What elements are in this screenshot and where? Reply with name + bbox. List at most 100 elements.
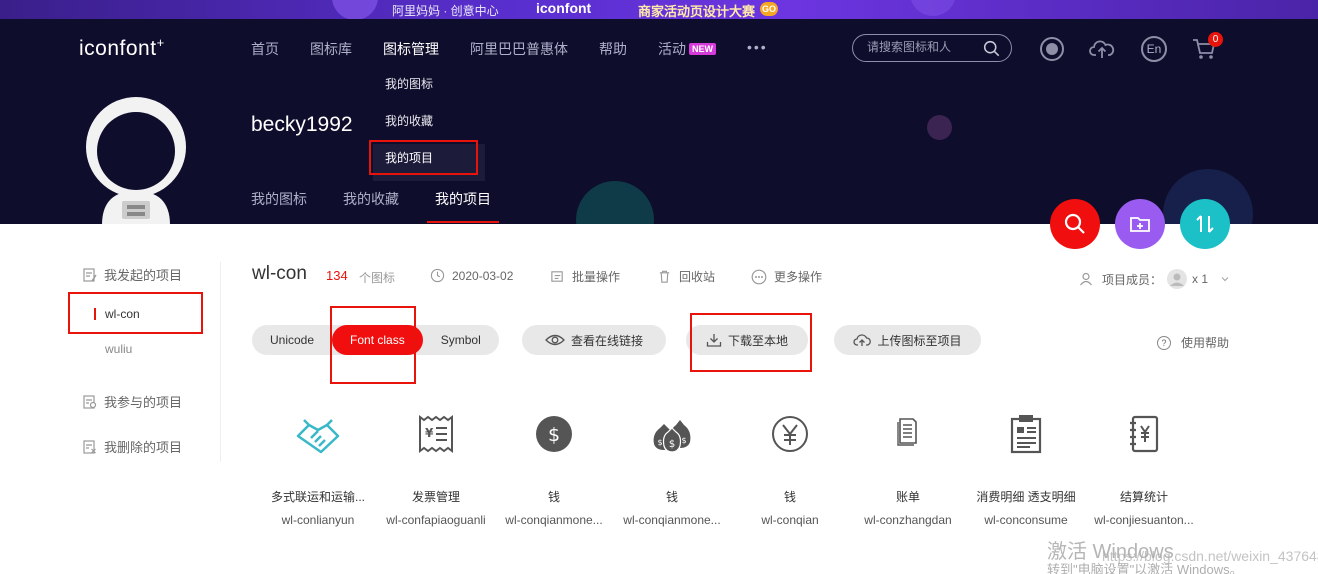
icon-name: 多式联运和运输... <box>270 490 365 504</box>
dollar-coin-icon: $ <box>536 416 572 452</box>
sidebar-deleted-projects[interactable]: 我删除的项目 <box>82 437 182 456</box>
svg-text:$: $ <box>548 424 560 446</box>
icon-preview <box>259 414 377 470</box>
batch-edit-icon <box>551 271 563 282</box>
view-online-link-label: 查看在线链接 <box>570 333 643 348</box>
svg-text:$: $ <box>669 439 675 450</box>
icon-count: 134 <box>326 268 348 283</box>
sidebar-project-wl-con[interactable]: wl-con <box>105 307 140 321</box>
upload-cloud-icon <box>853 334 872 346</box>
icon-card[interactable]: 消费明细 透支明细 wl-conconsume <box>967 414 1085 527</box>
icon-management-dropdown: 我的图标 我的收藏 我的项目 <box>373 70 485 181</box>
nav-more[interactable]: ••• <box>747 39 768 59</box>
format-symbol[interactable]: Symbol <box>423 325 499 355</box>
tab-my-projects[interactable]: 我的项目 <box>427 189 499 223</box>
project-date-text: 2020-03-02 <box>452 268 514 283</box>
dropdown-my-favorites[interactable]: 我的收藏 <box>373 107 485 144</box>
icon-class: wl-conzhangdan <box>864 513 952 527</box>
view-online-link-button[interactable]: 查看在线链接 <box>522 325 666 355</box>
sort-fab[interactable] <box>1180 199 1230 249</box>
nav-activities-label: 活动 <box>658 41 686 57</box>
user-avatar-icon[interactable] <box>1039 36 1065 62</box>
decor-circle <box>927 115 952 140</box>
icon-preview <box>1085 414 1203 470</box>
recycle-bin-label: 回收站 <box>679 270 716 284</box>
username: becky1992 <box>251 113 353 136</box>
more-dots-icon <box>751 269 767 284</box>
project-date: 2020-03-02 <box>430 268 513 283</box>
icon-card[interactable]: $ 钱 wl-conqianmone... <box>495 414 613 527</box>
new-folder-fab[interactable] <box>1115 199 1165 249</box>
search-input[interactable] <box>867 40 977 54</box>
project-members[interactable]: 项目成员： x 1 <box>1079 268 1237 290</box>
format-font-class[interactable]: Font class <box>332 325 423 355</box>
nav-alibaba-font[interactable]: 阿里巴巴普惠体 <box>470 39 568 59</box>
sidebar-deleted-label: 我删除的项目 <box>104 440 183 455</box>
nav-icon-library[interactable]: 图标库 <box>310 39 352 59</box>
sidebar-divider <box>220 262 221 462</box>
members-label: 项目成员： <box>1102 272 1163 287</box>
sidebar-started-label: 我发起的项目 <box>104 268 183 283</box>
batch-operations[interactable]: 批量操作 <box>550 268 620 285</box>
icon-name: 钱 <box>547 490 560 504</box>
ledger-icon <box>1130 415 1159 453</box>
svg-text:$: $ <box>681 436 686 445</box>
icon-name: 结算统计 <box>1119 490 1168 504</box>
icon-card[interactable]: $ $ $ 钱 wl-conqianmone... <box>613 414 731 527</box>
tab-my-favorites[interactable]: 我的收藏 <box>343 189 399 223</box>
icon-class: wl-conjiesuanton... <box>1094 513 1194 527</box>
promo-banner[interactable]: 阿里妈妈 · 创意中心 iconfont 商家活动页设计大赛 GO <box>0 0 1318 20</box>
promo-go-badge[interactable]: GO <box>760 2 778 16</box>
more-operations[interactable]: 更多操作 <box>751 268 822 285</box>
icon-name: 消费明细 透支明细 <box>976 490 1076 504</box>
svg-text:$: $ <box>657 438 662 447</box>
nav-help[interactable]: 帮助 <box>599 39 627 59</box>
promo-text-contest: 商家活动页设计大赛 <box>638 4 756 19</box>
icon-class: wl-conqianmone... <box>623 513 721 527</box>
icon-grid: 多式联运和运输... wl-conlianyun ¥ 发票管理 wl-confa… <box>259 414 1203 527</box>
profile-tabs: 我的图标 我的收藏 我的项目 <box>251 189 527 223</box>
icon-card[interactable]: 多式联运和运输... wl-conlianyun <box>259 414 377 527</box>
search-icon[interactable] <box>983 40 1000 57</box>
promo-text-iconfont: iconfont <box>536 0 592 16</box>
sort-arrows-icon <box>1196 215 1214 233</box>
sidebar-joined-projects[interactable]: 我参与的项目 <box>82 392 182 411</box>
dropdown-my-icons[interactable]: 我的图标 <box>373 70 485 107</box>
tab-my-icons[interactable]: 我的图标 <box>251 189 307 223</box>
upload-to-project-button[interactable]: 上传图标至项目 <box>834 325 981 355</box>
icon-card[interactable]: 账单 wl-conzhangdan <box>849 414 967 527</box>
sidebar-joined-label: 我参与的项目 <box>104 395 183 410</box>
sidebar-started-projects[interactable]: 我发起的项目 <box>82 265 182 284</box>
member-avatar-icon <box>1167 269 1188 289</box>
nav-activities[interactable]: 活动 NEW <box>658 39 716 59</box>
astronaut-avatar <box>86 97 186 224</box>
icon-count-label: 个图标 <box>359 271 396 285</box>
nav-icon-management[interactable]: 图标管理 <box>383 39 439 59</box>
eye-icon <box>545 334 565 346</box>
icon-preview: ¥ <box>377 414 495 470</box>
icon-preview: $ $ $ <box>613 414 731 470</box>
download-local-button[interactable]: 下载至本地 <box>686 325 808 355</box>
icon-preview <box>967 414 1085 470</box>
download-icon <box>706 334 722 347</box>
recycle-bin[interactable]: 回收站 <box>657 268 715 285</box>
help-question-icon: ? <box>1157 335 1171 350</box>
new-badge: NEW <box>689 43 716 55</box>
icon-card[interactable]: 结算统计 wl-conjiesuanton... <box>1085 414 1203 527</box>
language-toggle[interactable]: En <box>1141 36 1167 62</box>
icon-preview <box>731 414 849 470</box>
upload-cloud-icon[interactable] <box>1089 36 1115 62</box>
format-unicode[interactable]: Unicode <box>252 325 332 355</box>
icon-preview <box>849 414 967 470</box>
icon-preview: $ <box>495 414 613 470</box>
icon-card[interactable]: ¥ 发票管理 wl-confapiaoguanli <box>377 414 495 527</box>
search-fab[interactable] <box>1050 199 1100 249</box>
usage-help-link[interactable]: ? 使用帮助 <box>1157 334 1229 351</box>
dropdown-my-projects[interactable]: 我的项目 <box>373 144 485 181</box>
logo-text: iconfont <box>79 37 157 60</box>
sidebar-project-wuliu[interactable]: wuliu <box>105 342 132 356</box>
batch-operations-label: 批量操作 <box>572 270 621 284</box>
site-logo[interactable]: iconfont+ <box>79 35 165 61</box>
icon-card[interactable]: 钱 wl-conqian <box>731 414 849 527</box>
nav-home[interactable]: 首页 <box>251 39 279 59</box>
